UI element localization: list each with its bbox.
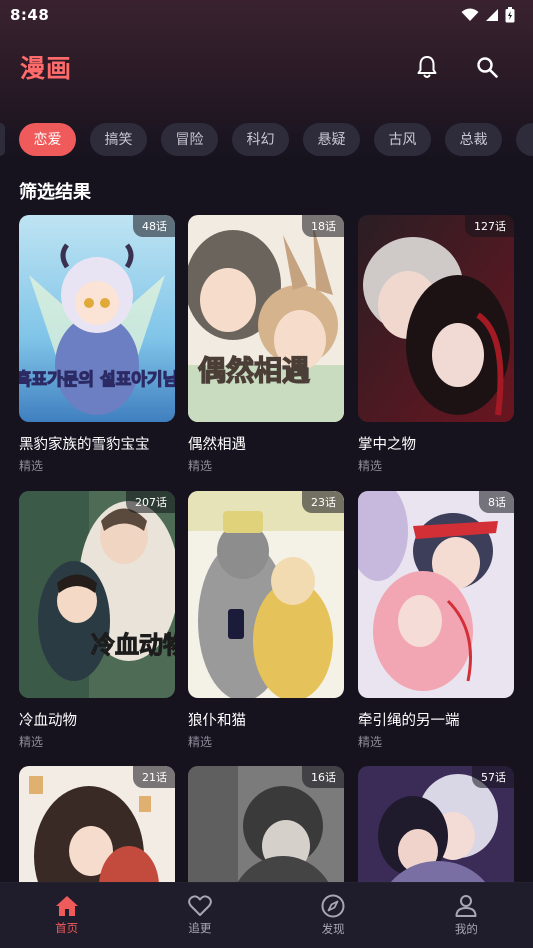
nav-follow[interactable]: 追更 — [160, 895, 240, 936]
cover-art — [358, 491, 514, 698]
status-time: 8:48 — [10, 6, 50, 24]
nav-discover[interactable]: 发现 — [293, 894, 373, 937]
app-actions — [415, 55, 499, 79]
status-bar: 8:48 — [0, 0, 533, 30]
comic-cover[interactable]: 48话 흑표가문의 설표아기님 — [19, 215, 175, 422]
chip-adventure[interactable]: 冒险 — [161, 122, 218, 156]
comic-title: 狼仆和猫 — [188, 713, 246, 729]
compass-icon — [321, 894, 345, 918]
category-chips: 恋爱 搞笑 冒险 科幻 悬疑 古风 总裁 — [0, 122, 533, 156]
cover-art — [358, 215, 514, 422]
comic-title: 冷血动物 — [19, 713, 77, 729]
comic-card[interactable]: 23话 狼仆和猫 精选 — [188, 491, 344, 750]
comic-tag: 精选 — [188, 735, 213, 749]
app-bar: 漫画 — [0, 44, 533, 90]
comic-card[interactable]: 48话 흑표가문의 설표아기님 黑豹家族的雪豹宝宝 精选 — [19, 215, 175, 474]
comic-title: 偶然相遇 — [188, 437, 246, 453]
chip-ceo[interactable]: 总裁 — [445, 122, 502, 156]
comic-card[interactable]: 127话 掌中之物 精选 — [358, 215, 514, 474]
comic-cover[interactable]: 18话 偶然相遇 — [188, 215, 344, 422]
comic-cover[interactable]: 127话 — [358, 215, 514, 422]
comic-title: 掌中之物 — [358, 437, 416, 453]
bell-icon — [417, 56, 437, 78]
comic-card[interactable]: 8话 牵引绳的另一端 精选 — [358, 491, 514, 750]
comic-cover[interactable]: 8话 — [358, 491, 514, 698]
episode-badge: 57话 — [472, 766, 514, 788]
nav-label: 首页 — [55, 921, 79, 935]
comic-title: 黑豹家族的雪豹宝宝 — [19, 437, 150, 453]
comic-tag: 精选 — [358, 735, 383, 749]
heart-icon — [188, 895, 212, 916]
signal-icon — [486, 9, 498, 21]
comic-title: 牵引绳的另一端 — [358, 713, 460, 729]
nav-label: 追更 — [188, 921, 212, 935]
chip-mystery[interactable]: 悬疑 — [303, 122, 360, 156]
status-icons — [461, 7, 515, 23]
comic-card[interactable]: 18话 偶然相遇 偶然相遇 精选 — [188, 215, 344, 474]
episode-badge: 23话 — [302, 491, 344, 513]
comic-card[interactable]: 207话 冷血动物 冷血动物 精选 — [19, 491, 175, 750]
chip-comedy[interactable]: 搞笑 — [90, 122, 147, 156]
episode-badge: 8话 — [479, 491, 514, 513]
episode-badge: 127话 — [465, 215, 514, 237]
bottom-nav: 首页 追更 发现 我的 — [0, 882, 533, 948]
search-icon — [477, 57, 498, 78]
episode-badge: 21话 — [133, 766, 175, 788]
section-title: 筛选结果 — [19, 182, 91, 203]
comic-cover[interactable]: 207话 冷血动物 — [19, 491, 175, 698]
comic-tag: 精选 — [188, 459, 213, 473]
chip-romance[interactable]: 恋爱 — [19, 122, 76, 156]
cover-title-overlay: 冷血动物 — [91, 631, 176, 660]
app-title: 漫画 — [20, 54, 73, 83]
cover-title-text: 冷血动物 — [91, 631, 175, 659]
cover-art — [188, 491, 344, 698]
home-icon — [55, 896, 78, 916]
nav-label: 发现 — [321, 922, 345, 936]
cover-title-text: 偶然相遇 — [198, 354, 310, 387]
chip-ancient[interactable]: 古风 — [374, 122, 431, 156]
chip-partial-right[interactable] — [516, 122, 533, 156]
wifi-icon — [461, 8, 479, 21]
nav-label: 我的 — [454, 922, 478, 936]
cover-title-overlay: 흑표가문의 설표아기님 — [19, 368, 175, 390]
comic-tag: 精选 — [19, 459, 44, 473]
chip-scifi[interactable]: 科幻 — [232, 122, 289, 156]
nav-profile[interactable]: 我的 — [426, 894, 506, 937]
comic-tag: 精选 — [358, 459, 383, 473]
episode-badge: 16话 — [302, 766, 344, 788]
battery-icon — [505, 7, 515, 23]
comic-tag: 精选 — [19, 735, 44, 749]
cover-title-korean: 흑표가문의 설표아기님 — [19, 369, 175, 390]
chip-partial-left[interactable] — [0, 122, 5, 156]
nav-home[interactable]: 首页 — [27, 895, 107, 936]
notification-button[interactable] — [415, 55, 439, 79]
search-button[interactable] — [475, 55, 499, 79]
user-icon — [455, 895, 477, 917]
cover-title-overlay: 偶然相遇 — [197, 353, 310, 387]
comic-cover[interactable]: 23话 — [188, 491, 344, 698]
